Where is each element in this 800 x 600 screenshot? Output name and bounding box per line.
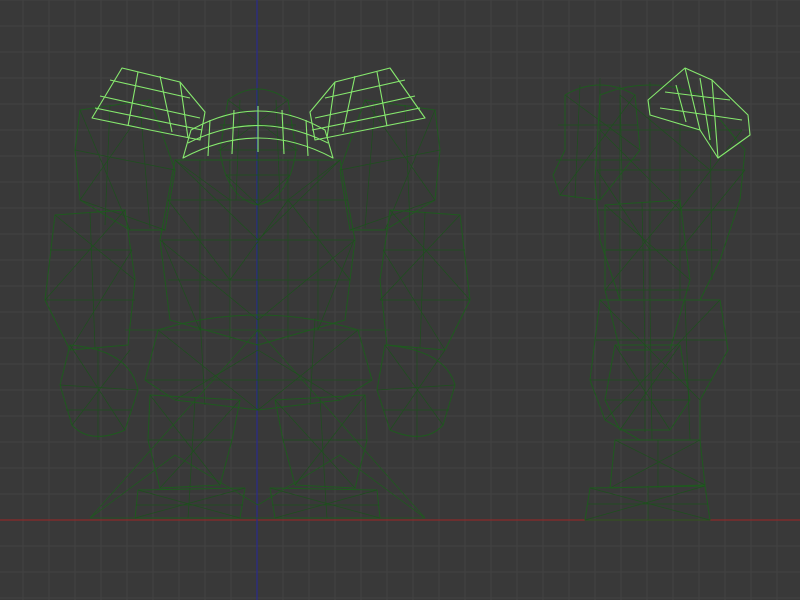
side-torso xyxy=(594,82,746,301)
front-shoulder-pads-selected[interactable] xyxy=(91,67,426,159)
3d-viewport[interactable] xyxy=(0,0,800,600)
front-right-arm xyxy=(339,99,471,440)
side-legs xyxy=(584,299,729,521)
side-view-mesh[interactable] xyxy=(552,67,751,521)
front-left-arm xyxy=(44,99,176,440)
